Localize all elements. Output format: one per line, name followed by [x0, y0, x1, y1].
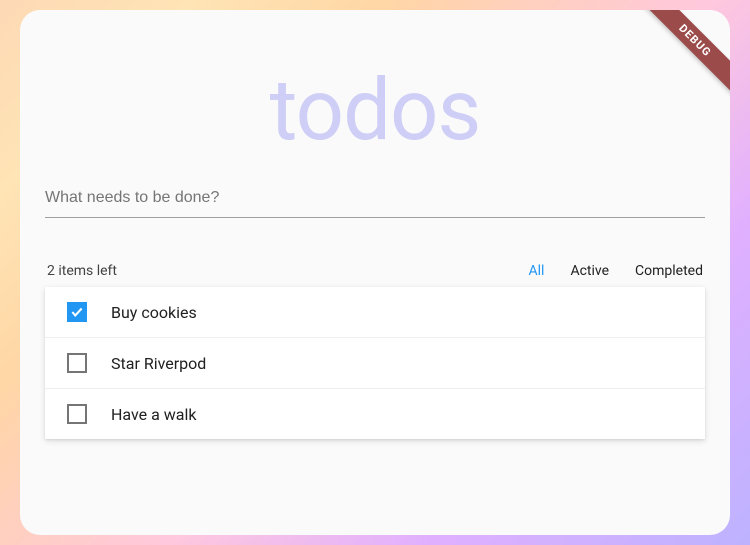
items-left-label: 2 items left — [47, 263, 117, 279]
todo-label: Star Riverpod — [111, 354, 206, 373]
check-icon — [70, 305, 84, 319]
todo-label: Buy cookies — [111, 303, 197, 322]
todo-checkbox[interactable] — [67, 353, 87, 373]
todo-label: Have a walk — [111, 405, 197, 424]
status-row: 2 items left All Active Completed — [45, 263, 705, 279]
todo-list: Buy cookies Star Riverpod Have a walk — [45, 287, 705, 439]
new-todo-input[interactable] — [45, 185, 705, 211]
todo-checkbox[interactable] — [67, 302, 87, 322]
filter-completed[interactable]: Completed — [635, 263, 703, 279]
app-window: DEBUG todos 2 items left All Active Comp… — [20, 10, 730, 535]
filter-active[interactable]: Active — [570, 263, 609, 279]
page-title: todos — [45, 60, 705, 160]
todo-item: Star Riverpod — [45, 338, 705, 389]
todo-item: Buy cookies — [45, 287, 705, 338]
filter-group: All Active Completed — [529, 263, 703, 279]
input-container — [45, 185, 705, 218]
todo-item: Have a walk — [45, 389, 705, 439]
filter-all[interactable]: All — [529, 263, 545, 279]
todo-checkbox[interactable] — [67, 404, 87, 424]
